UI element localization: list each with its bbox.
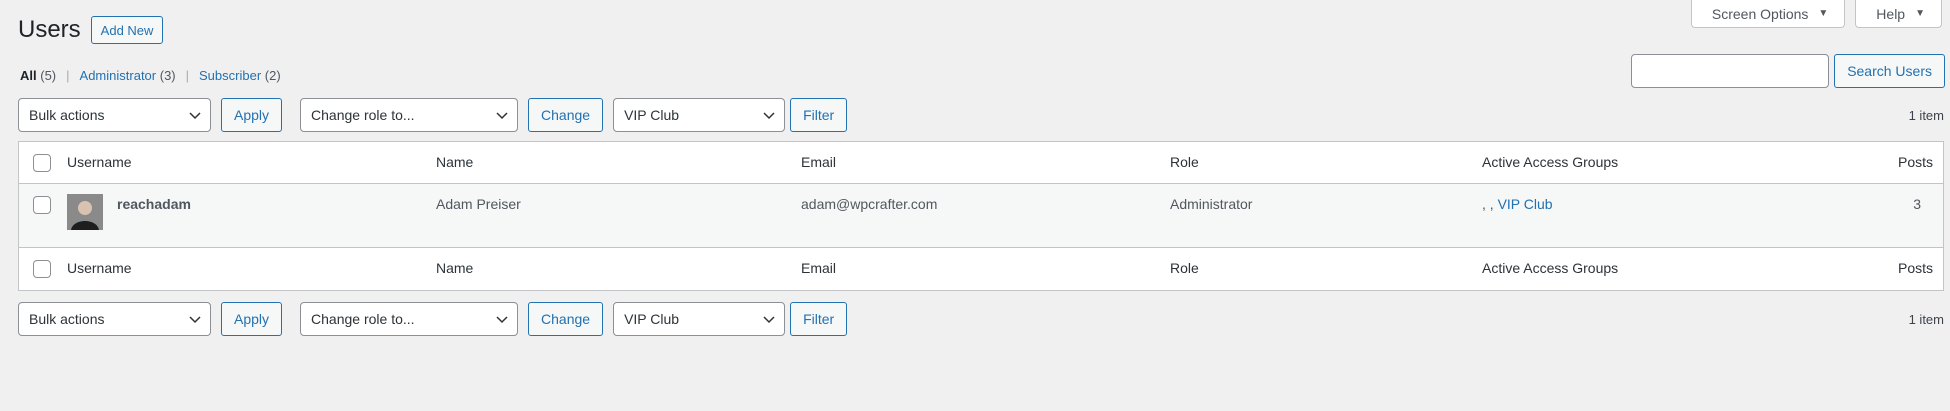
search-input[interactable]: [1631, 54, 1830, 88]
change-button-bottom[interactable]: Change: [528, 302, 604, 336]
bulk-actions-select[interactable]: Bulk actions: [18, 98, 211, 132]
apply-button-bottom[interactable]: Apply: [221, 302, 283, 336]
user-posts-count[interactable]: 3: [1913, 196, 1921, 212]
users-table: Username Name Email Role Active Access G…: [18, 141, 1944, 291]
access-group-select-bottom[interactable]: VIP Club: [613, 302, 786, 336]
select-all-checkbox[interactable]: [33, 154, 51, 172]
filter-administrator[interactable]: Administrator (3): [80, 68, 176, 83]
filter-subscriber-label: Subscriber: [199, 68, 262, 83]
column-name-footer: Name: [436, 260, 474, 276]
avatar: [67, 194, 103, 230]
groups-prefix: , ,: [1482, 196, 1498, 212]
table-row: reachadam Adam Preiser adam@wpcrafter.co…: [19, 184, 1943, 248]
column-username[interactable]: Username: [67, 154, 132, 170]
filter-subscriber-count: (2): [264, 68, 281, 83]
chevron-down-icon: [763, 316, 775, 324]
user-email-link[interactable]: adam@wpcrafter.com: [801, 196, 937, 212]
add-new-button[interactable]: Add New: [90, 16, 164, 44]
help-button[interactable]: Help ▼: [1855, 0, 1942, 28]
column-posts-footer: Posts: [1897, 260, 1933, 276]
user-name: Adam Preiser: [436, 196, 521, 212]
access-group-value: VIP Club: [624, 311, 680, 327]
bulk-actions-value: Bulk actions: [29, 311, 105, 327]
tablenav-top: Bulk actions Apply Change role to... Cha…: [18, 97, 1944, 133]
select-all-checkbox-footer[interactable]: [33, 260, 51, 278]
users-page: Screen Options ▼ Help ▼ Users Add New Al…: [0, 0, 1950, 411]
search-users-button[interactable]: Search Users: [1834, 54, 1945, 88]
tablenav-bottom: Bulk actions Apply Change role to... Cha…: [18, 301, 1944, 337]
chevron-down-icon: [763, 112, 775, 120]
search-box: Search Users: [1631, 54, 1945, 88]
caret-down-icon: ▼: [1818, 8, 1829, 19]
username-link[interactable]: reachadam: [117, 196, 191, 212]
filter-administrator-label: Administrator: [79, 68, 157, 83]
change-button[interactable]: Change: [528, 98, 604, 132]
filter-all-count: (5): [40, 68, 57, 83]
change-role-value: Change role to...: [311, 107, 415, 123]
table-footer-row: Username Name Email Role Active Access G…: [19, 248, 1943, 290]
column-role: Role: [1170, 154, 1199, 170]
screen-meta-links: Screen Options ▼ Help ▼: [1690, 0, 1942, 28]
vip-club-link[interactable]: VIP Club: [1498, 196, 1553, 212]
chevron-down-icon: [496, 316, 508, 324]
user-role: Administrator: [1170, 196, 1253, 212]
access-group-select[interactable]: VIP Club: [613, 98, 786, 132]
screen-options-label: Screen Options: [1711, 5, 1809, 22]
column-posts: Posts: [1897, 154, 1933, 170]
row-checkbox[interactable]: [33, 196, 51, 214]
items-count-bottom: 1 item: [1908, 311, 1944, 327]
filter-button-bottom[interactable]: Filter: [790, 302, 848, 336]
change-role-select[interactable]: Change role to...: [300, 98, 519, 132]
column-role-footer: Role: [1170, 260, 1199, 276]
chevron-down-icon: [189, 112, 201, 120]
bulk-actions-value: Bulk actions: [29, 107, 105, 123]
help-label: Help: [1876, 5, 1906, 22]
chevron-down-icon: [496, 112, 508, 120]
change-role-value: Change role to...: [311, 311, 415, 327]
column-active-access-groups: Active Access Groups: [1482, 154, 1619, 170]
user-access-groups: , , VIP Club: [1482, 196, 1553, 212]
column-email[interactable]: Email: [801, 154, 836, 170]
apply-button[interactable]: Apply: [221, 98, 283, 132]
chevron-down-icon: [189, 316, 201, 324]
caret-down-icon: ▼: [1915, 8, 1925, 19]
column-name: Name: [436, 154, 474, 170]
column-username-footer[interactable]: Username: [67, 260, 132, 276]
items-count: 1 item: [1908, 107, 1944, 123]
filter-all-label: All: [20, 68, 37, 83]
user-avatar-icon: [67, 194, 103, 230]
filter-subscriber[interactable]: Subscriber (2): [199, 68, 281, 83]
role-filter-links: All (5) | Administrator (3) | Subscriber…: [20, 68, 281, 83]
change-role-select-bottom[interactable]: Change role to...: [300, 302, 519, 336]
filter-button[interactable]: Filter: [790, 98, 848, 132]
separator: |: [66, 68, 70, 83]
bulk-actions-select-bottom[interactable]: Bulk actions: [18, 302, 211, 336]
filter-all[interactable]: All (5): [20, 68, 56, 83]
filter-administrator-count: (3): [159, 68, 176, 83]
table-header-row: Username Name Email Role Active Access G…: [19, 142, 1943, 184]
column-email-footer[interactable]: Email: [801, 260, 836, 276]
separator: |: [185, 68, 190, 83]
heading-row: Users Add New: [18, 16, 164, 44]
access-group-value: VIP Club: [624, 107, 680, 123]
screen-options-button[interactable]: Screen Options ▼: [1690, 0, 1846, 28]
column-active-access-groups-footer: Active Access Groups: [1482, 260, 1619, 276]
page-title: Users: [18, 16, 81, 43]
